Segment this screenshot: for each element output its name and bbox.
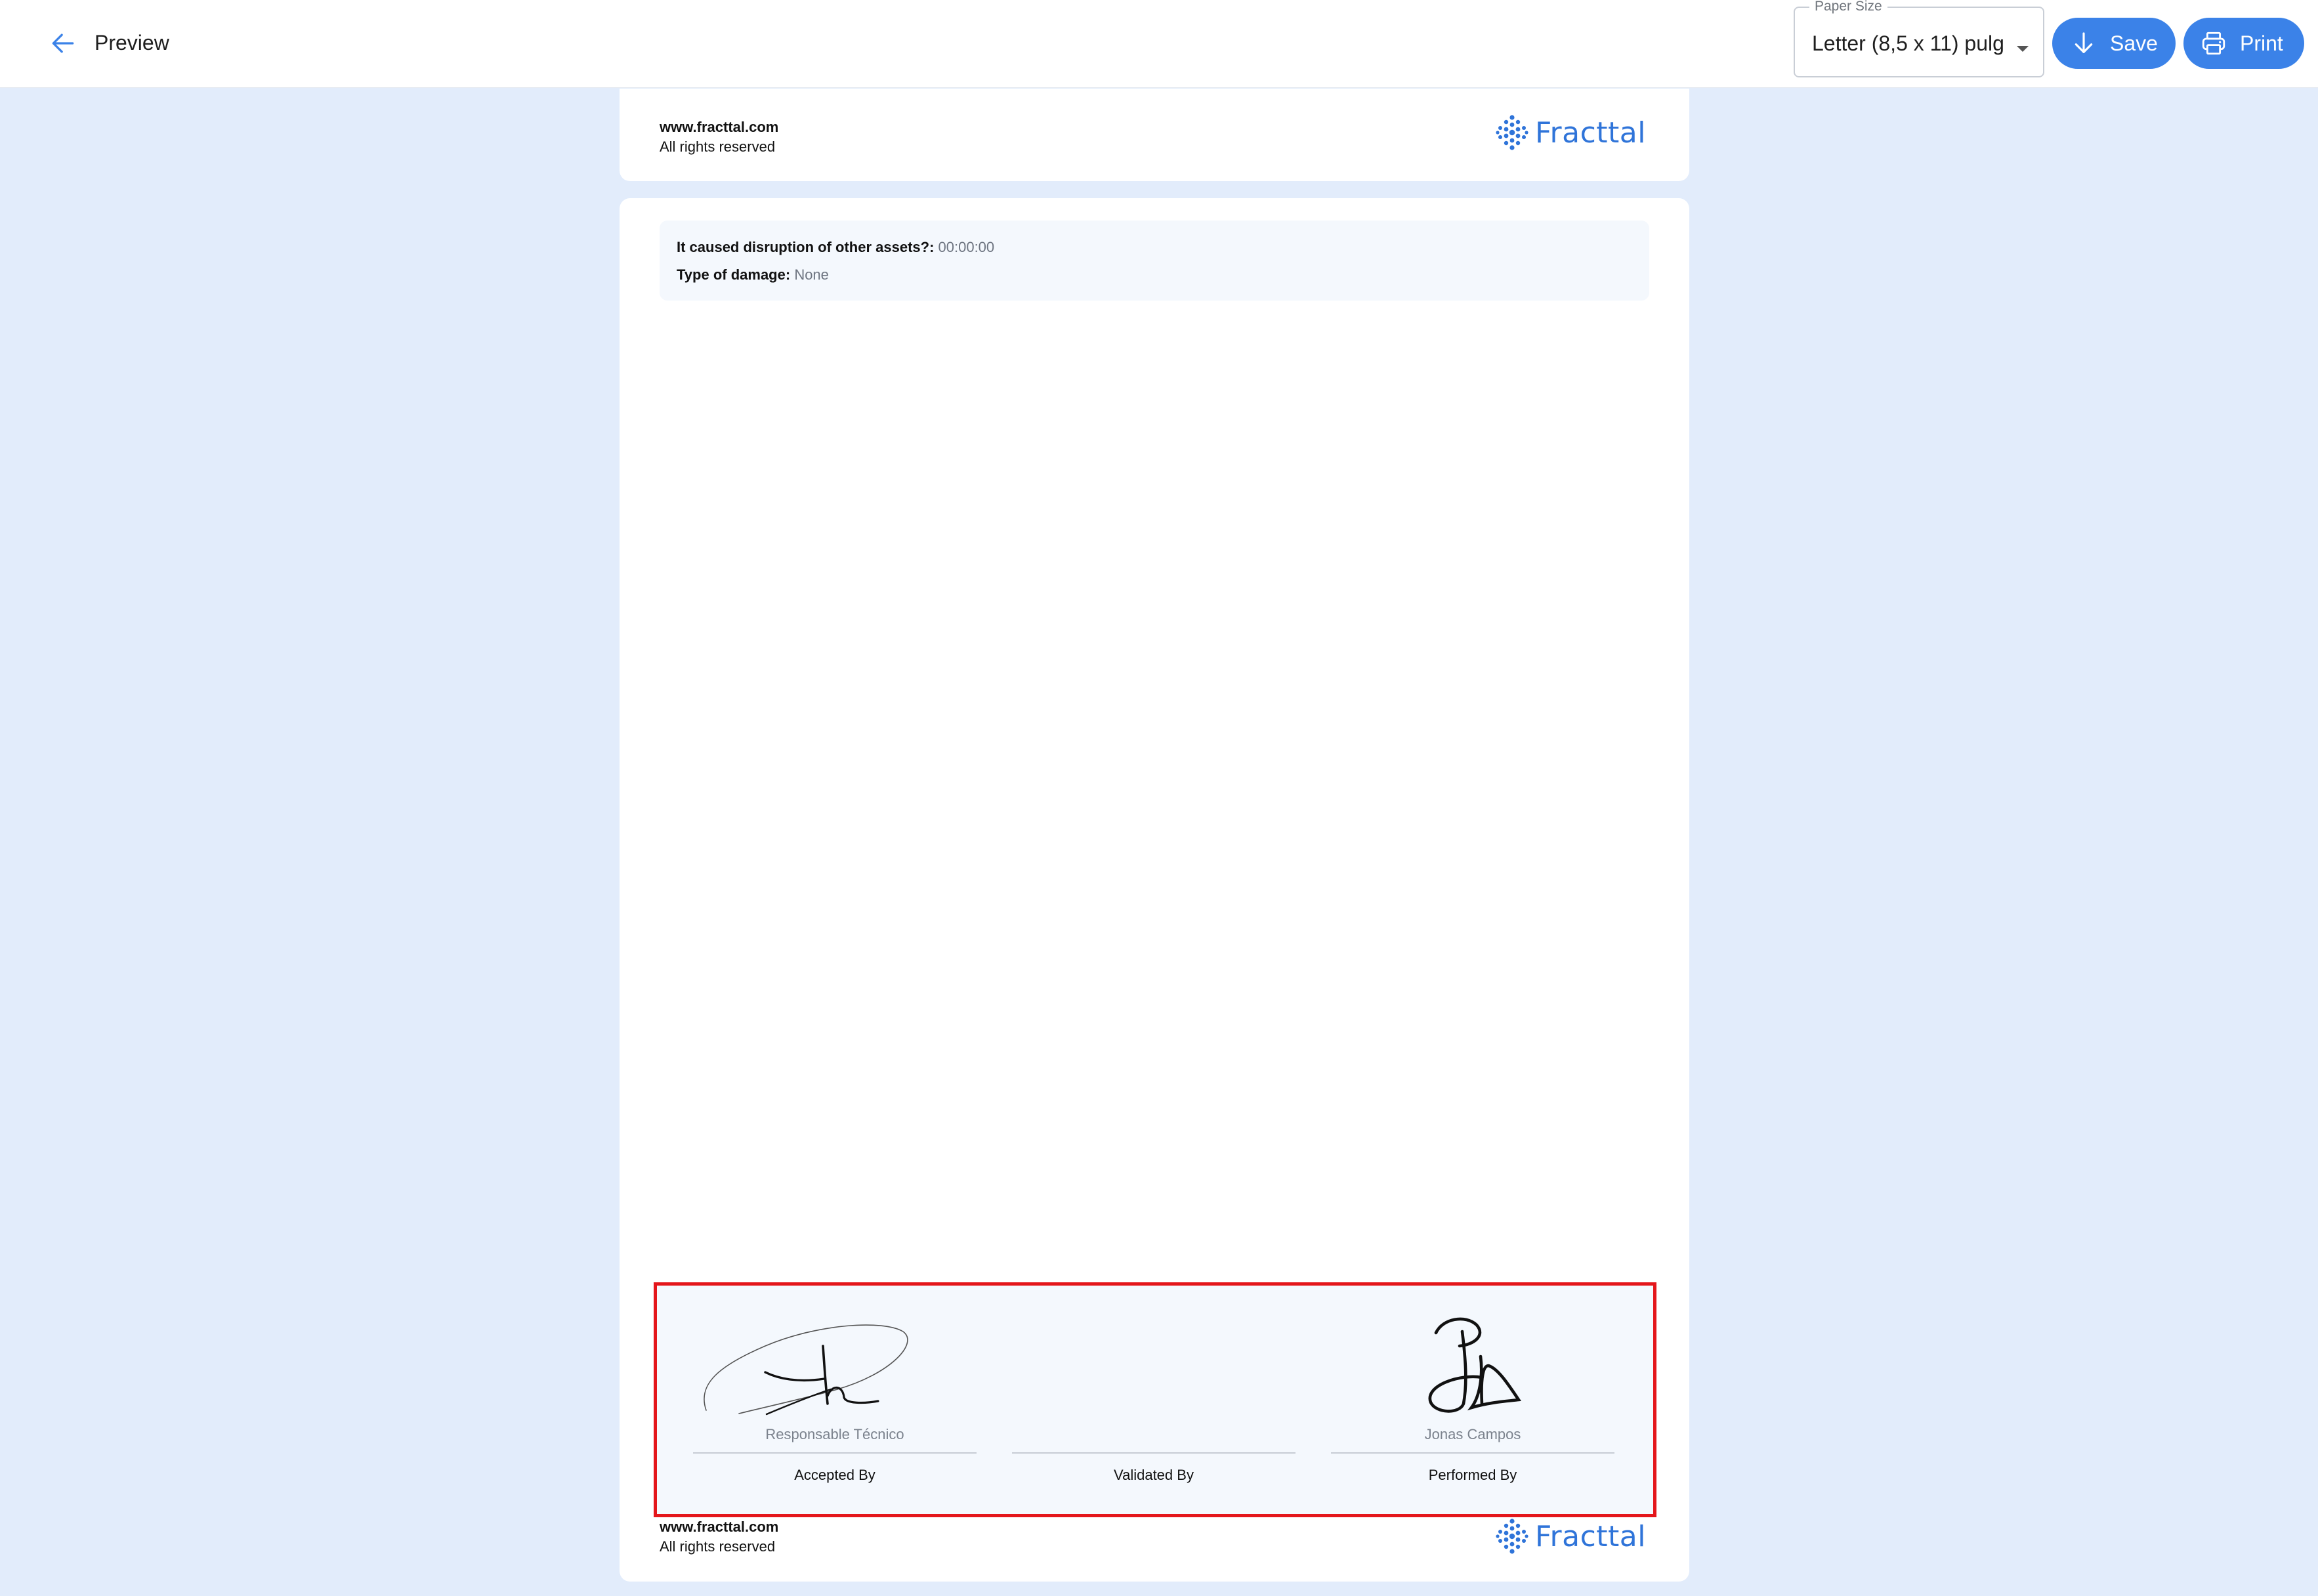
signature-line [1012,1452,1296,1454]
save-button[interactable]: Save [2052,18,2176,69]
signature-performed: Jonas Campos Performed By [1331,1286,1614,1514]
print-button[interactable]: Print [2183,18,2304,69]
signer-role: Validated By [1114,1467,1194,1483]
signature-validated: Validated By [1012,1286,1296,1514]
fracttal-logo-icon [1496,115,1528,150]
save-label: Save [2110,31,2158,55]
caret-down-icon [2017,46,2029,52]
detail-label: Type of damage: [677,266,791,283]
signature-image-performed [1428,1317,1522,1413]
detail-label: It caused disruption of other assets?: [677,239,935,255]
arrow-left-icon [52,33,74,53]
fracttal-logo: Fracttal [1496,1519,1646,1554]
footer-site: www.fracttal.com [660,1519,779,1535]
page-title: Preview [95,31,169,54]
previous-page-footer: www.fracttal.com All rights reserved Fra… [620,89,1689,181]
signer-role: Accepted By [794,1467,875,1483]
signer-name: Responsable Técnico [765,1426,904,1442]
page-footer: www.fracttal.com All rights reserved [660,1517,778,1557]
fracttal-logo-text: Fracttal [1534,1519,1646,1553]
footer-rights: All rights reserved [660,1538,776,1555]
details-box: It caused disruption of other assets?: 0… [660,220,1649,301]
back-button[interactable] [42,22,84,64]
signature-accepted: Responsable Técnico Accepted By [693,1286,977,1514]
detail-value: 00:00:00 [938,239,995,255]
document-page: It caused disruption of other assets?: 0… [620,198,1689,1582]
detail-value: None [794,266,829,283]
fracttal-logo: Fracttal [1496,115,1646,150]
top-bar: Preview Paper Size Letter (8,5 x 11) pul… [0,0,2318,88]
detail-row: Type of damage: None [677,261,1632,289]
signature-line [1331,1452,1614,1454]
print-label: Print [2240,31,2283,55]
signer-name: Jonas Campos [1424,1426,1521,1442]
footer-rights: All rights reserved [660,138,776,155]
printer-icon [2199,29,2228,58]
fracttal-logo-text: Fracttal [1534,116,1646,150]
download-icon [2069,29,2098,58]
signature-line [693,1452,977,1454]
signer-role: Performed By [1428,1467,1517,1483]
detail-row: It caused disruption of other assets?: 0… [677,234,1632,261]
paper-size-value: Letter (8,5 x 11) pulg [1812,32,2004,55]
signature-image-accepted [704,1324,908,1416]
fracttal-logo-icon [1496,1519,1528,1554]
paper-size-label: Paper Size [1809,0,1887,14]
footer-site: www.fracttal.com [660,119,779,135]
signatures-section: Responsable Técnico Accepted By Validate… [654,1282,1656,1517]
paper-size-select[interactable]: Paper Size Letter (8,5 x 11) pulg [1794,0,2044,77]
